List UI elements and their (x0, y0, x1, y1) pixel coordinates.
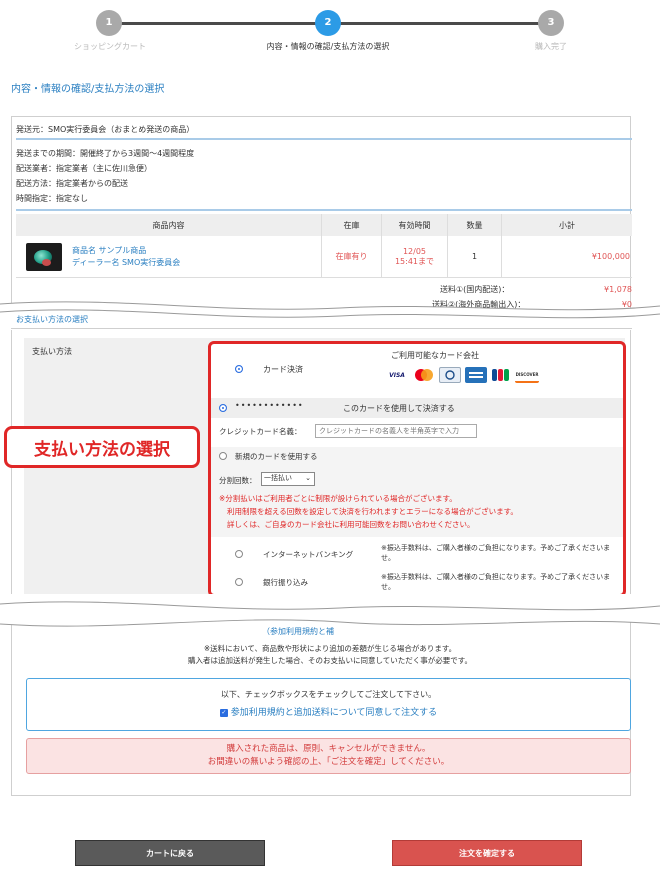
stock-status: 在庫有り (322, 236, 382, 277)
card-payment-radio[interactable] (235, 365, 243, 373)
note-line: 購入者は追加送料が発生した場合、そのお支払いに同意していただく事が必要です。 (187, 656, 473, 665)
installment-select[interactable]: 一括払い ⌄ (261, 472, 315, 486)
card-payment-label: カード決済 (263, 365, 303, 374)
use-saved-card-label: このカードを使用して決済する (343, 404, 455, 413)
warning-line: お間違いの無いよう確認の上、「ご注文を確定」してください。 (207, 757, 450, 767)
step-label-cart: ショッピングカート (74, 42, 146, 51)
table-header: 商品内容 在庫 有効時間 数量 小計 (16, 214, 632, 236)
visa-icon: VISA (389, 371, 405, 379)
card-holder-label: クレジットカード名義： (219, 427, 302, 436)
payment-method-label: 支払い方法 (32, 347, 72, 356)
bank-transfer-label: 銀行振り込み (263, 578, 308, 587)
jcb-icon (491, 367, 511, 383)
valid-time: 12/05 15:41まで (382, 236, 448, 277)
terms-link[interactable]: （参加利用規約と補 (262, 626, 334, 637)
valid-until: 15:41まで (394, 256, 435, 266)
installment-note: ※分割払いはご利用者ごとに制限が設けられている場合がございます。 (219, 494, 457, 503)
subtotal: ¥100,000 (591, 252, 630, 261)
step-circle-1: 1 (96, 10, 122, 36)
step-label-complete: 購入完了 (535, 42, 567, 51)
note-line: ※送料において、商品数や形状により追加の差額が生じる場合があります。 (203, 644, 457, 653)
shipping-line: 配送業者：指定業者（主に佐川急便） (16, 164, 152, 173)
header-subtotal: 小計 (559, 220, 575, 230)
diners-icon (439, 367, 461, 383)
dealer-name-link[interactable]: ディーラー名 SMO実行委員会 (72, 257, 180, 269)
bank-transfer-radio[interactable] (235, 578, 243, 586)
shipping-line: 発送までの期間：開催終了から3週間〜4週間程度 (16, 149, 195, 158)
ship-from: 発送元：SMO実行委員会（おまとめ発送の商品） (16, 125, 195, 134)
agreement-label[interactable]: 参加利用規約と追加送料について同意して注文する (231, 708, 437, 718)
saved-card-number: •••••••••••• (235, 401, 304, 410)
divider (16, 138, 632, 140)
torn-edge (0, 301, 660, 330)
available-cards-title: ご利用可能なカード会社 (391, 351, 479, 360)
back-to-cart-button[interactable]: カートに戻る (75, 840, 265, 866)
card-holder-input[interactable] (315, 424, 477, 438)
payment-heading: お支払い方法の選択 (16, 315, 88, 324)
net-banking-radio[interactable] (235, 550, 243, 558)
step-circle-2: 2 (315, 10, 341, 36)
agreement-checkbox[interactable]: ✓ (219, 708, 228, 717)
bank-transfer-note: ※振込手数料は、ご購入者様のご負担になります。予めご了承くださいませ。 (381, 573, 611, 591)
installment-label: 分割回数： (219, 476, 257, 485)
header-valid-time: 有効時間 (382, 214, 448, 236)
chevron-down-icon: ⌄ (305, 474, 311, 482)
product-thumbnail[interactable] (26, 242, 62, 271)
net-banking-label: インターネットバンキング (263, 550, 354, 559)
shipping-info: 発送までの期間：開催終了から3週間〜4週間程度 配送業者：指定業者（主に佐川急便… (16, 146, 194, 206)
quantity: 1 (448, 236, 502, 277)
header-stock: 在庫 (322, 214, 382, 236)
table-row: 商品名 サンプル商品 ディーラー名 SMO実行委員会 在庫有り 12/05 15… (16, 236, 632, 278)
header-product: 商品内容 (16, 214, 322, 236)
agreement-box: 以下、チェックボックスをチェックしてご注文して下さい。 ✓ 参加利用規約と追加送… (26, 678, 631, 731)
installment-notes: ※分割払いはご利用者ごとに制限が設けられている場合がございます。 利用制限を超え… (219, 492, 619, 531)
page-title: 内容・情報の確認/支払方法の選択 (11, 84, 165, 95)
shipping-line: 時間指定：指定なし (16, 194, 88, 203)
installment-note: 詳しくは、ご自身のカード会社に利用可能回数をお問い合わせください。 (227, 520, 475, 529)
progress-stepper: 1 2 3 ショッピングカート 内容・情報の確認/支払方法の選択 購入完了 (0, 0, 660, 62)
mastercard-icon (413, 367, 435, 383)
payment-callout-label: 支払い方法の選択 (4, 426, 200, 468)
card-logos: VISA DISCOVER (385, 367, 539, 383)
stepper-line (109, 22, 329, 25)
divider (16, 209, 632, 211)
header-quantity: 数量 (448, 214, 502, 236)
agreement-row[interactable]: ✓ 参加利用規約と追加送料について同意して注文する (27, 705, 630, 718)
confirm-order-button[interactable]: 注文を確定する (392, 840, 582, 866)
valid-date: 12/05 (402, 246, 427, 256)
stepper-line (329, 22, 551, 25)
order-table: 商品内容 在庫 有効時間 数量 小計 商品名 サンプル商品 ディーラー名 SMO… (16, 214, 632, 278)
warning-line: 購入された商品は、原則、キャンセルができません。 (226, 744, 431, 754)
amex-icon (465, 367, 487, 383)
step-label-confirm: 内容・情報の確認/支払方法の選択 (266, 42, 390, 51)
payment-options-highlight: カード決済 ご利用可能なカード会社 VISA DISCOVER ••••••••… (208, 341, 626, 597)
net-banking-note: ※振込手数料は、ご購入者様のご負担になります。予めご了承くださいませ。 (381, 544, 611, 562)
agreement-instruction: 以下、チェックボックスをチェックしてご注文して下さい。 (220, 690, 437, 699)
cancel-warning: 購入された商品は、原則、キャンセルができません。 お間違いの無いよう確認の上、「… (26, 738, 631, 774)
new-card-radio[interactable] (219, 452, 227, 460)
saved-card-radio[interactable] (219, 404, 227, 412)
new-card-label: 新規のカードを使用する (235, 452, 318, 461)
divider (11, 328, 632, 329)
discover-icon: DISCOVER (515, 367, 539, 383)
installment-value: 一括払い (264, 474, 292, 482)
step-circle-3: 3 (538, 10, 564, 36)
shipping-line: 配送方法：指定業者からの配送 (16, 179, 128, 188)
product-name-link[interactable]: 商品名 サンプル商品 (72, 245, 180, 257)
shipping-notes: ※送料において、商品数や形状により追加の差額が生じる場合があります。 購入者は追… (120, 643, 540, 667)
installment-note: 利用制限を超える回数を設定して決済を行われますとエラーになる場合がございます。 (227, 507, 518, 516)
